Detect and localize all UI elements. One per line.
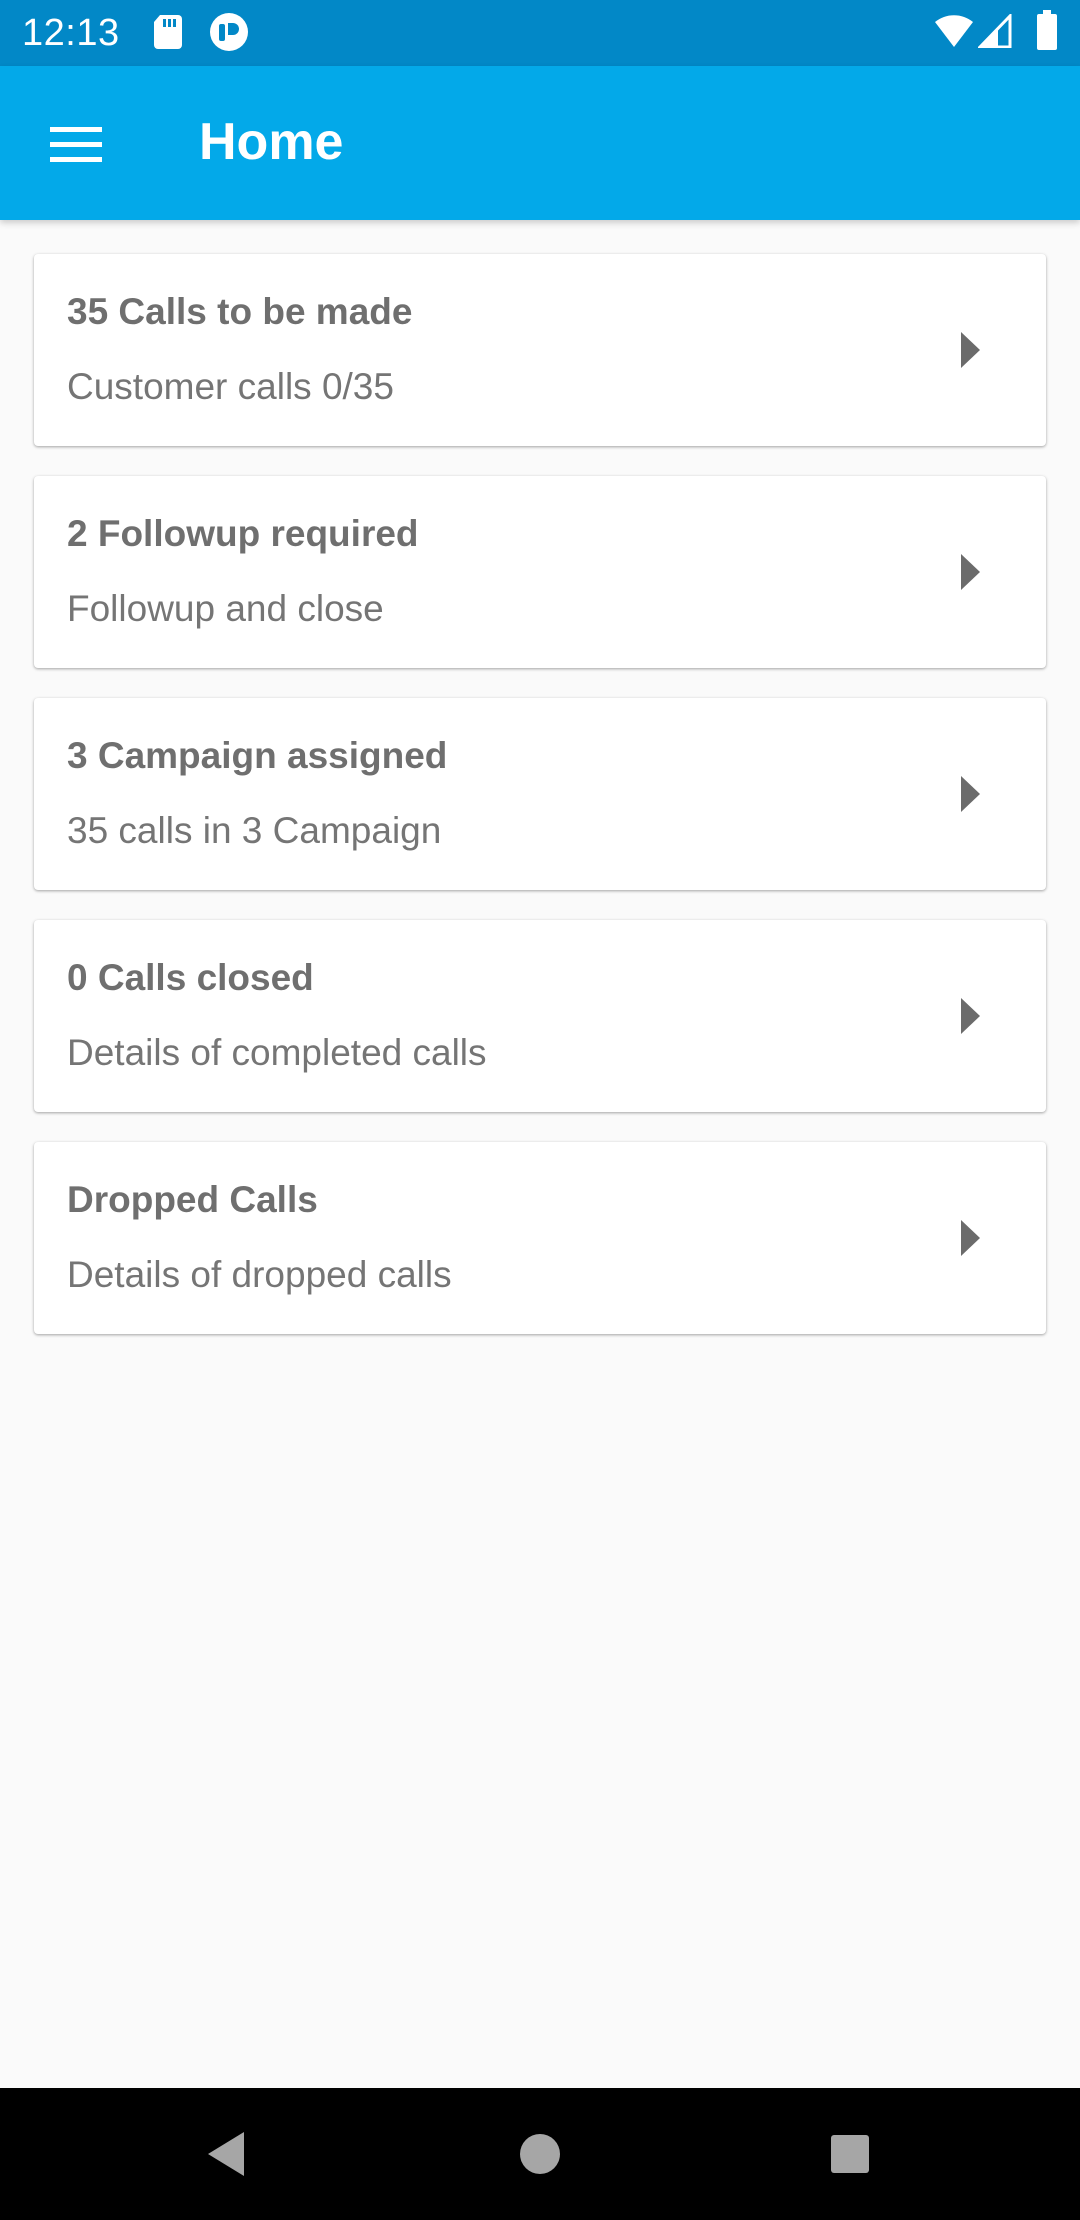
page-title: Home [199, 113, 344, 171]
home-button[interactable] [508, 2122, 572, 2186]
card-followup-required[interactable]: 2 Followup required Followup and close [34, 476, 1046, 668]
app-bar: Home [0, 66, 1080, 220]
wifi-icon [934, 14, 974, 53]
chevron-right-icon [961, 998, 980, 1034]
card-dropped-calls[interactable]: Dropped Calls Details of dropped calls [34, 1142, 1046, 1334]
card-subtitle: Followup and close [67, 588, 384, 629]
home-icon [520, 2134, 560, 2174]
recents-icon [831, 2135, 869, 2173]
card-subtitle: Details of completed calls [67, 1032, 487, 1073]
status-bar: 12:13 [0, 0, 1080, 66]
system-nav-bar [0, 2088, 1080, 2220]
status-time: 12:13 [22, 12, 120, 54]
card-subtitle: 35 calls in 3 Campaign [67, 810, 442, 851]
chevron-right-icon [961, 1220, 980, 1256]
card-calls-to-be-made[interactable]: 35 Calls to be made Customer calls 0/35 [34, 254, 1046, 446]
card-calls-closed[interactable]: 0 Calls closed Details of completed call… [34, 920, 1046, 1112]
chevron-right-icon [961, 776, 980, 812]
sd-card-icon [152, 13, 184, 54]
chevron-right-icon [961, 554, 980, 590]
card-title: 0 Calls closed [67, 957, 314, 998]
card-title: Dropped Calls [67, 1179, 318, 1220]
menu-icon [50, 127, 102, 162]
notification-app-icon [209, 12, 249, 57]
card-campaign-assigned[interactable]: 3 Campaign assigned 35 calls in 3 Campai… [34, 698, 1046, 890]
card-subtitle: Customer calls 0/35 [67, 366, 394, 407]
card-title: 2 Followup required [67, 513, 419, 554]
signal-icon [976, 12, 1012, 53]
recents-button[interactable] [818, 2122, 882, 2186]
back-button[interactable] [194, 2122, 258, 2186]
battery-icon [1036, 10, 1058, 55]
card-subtitle: Details of dropped calls [67, 1254, 452, 1295]
menu-button[interactable] [28, 110, 126, 180]
card-title: 35 Calls to be made [67, 291, 413, 332]
card-title: 3 Campaign assigned [67, 735, 448, 776]
back-icon [208, 2132, 244, 2176]
chevron-right-icon [961, 332, 980, 368]
